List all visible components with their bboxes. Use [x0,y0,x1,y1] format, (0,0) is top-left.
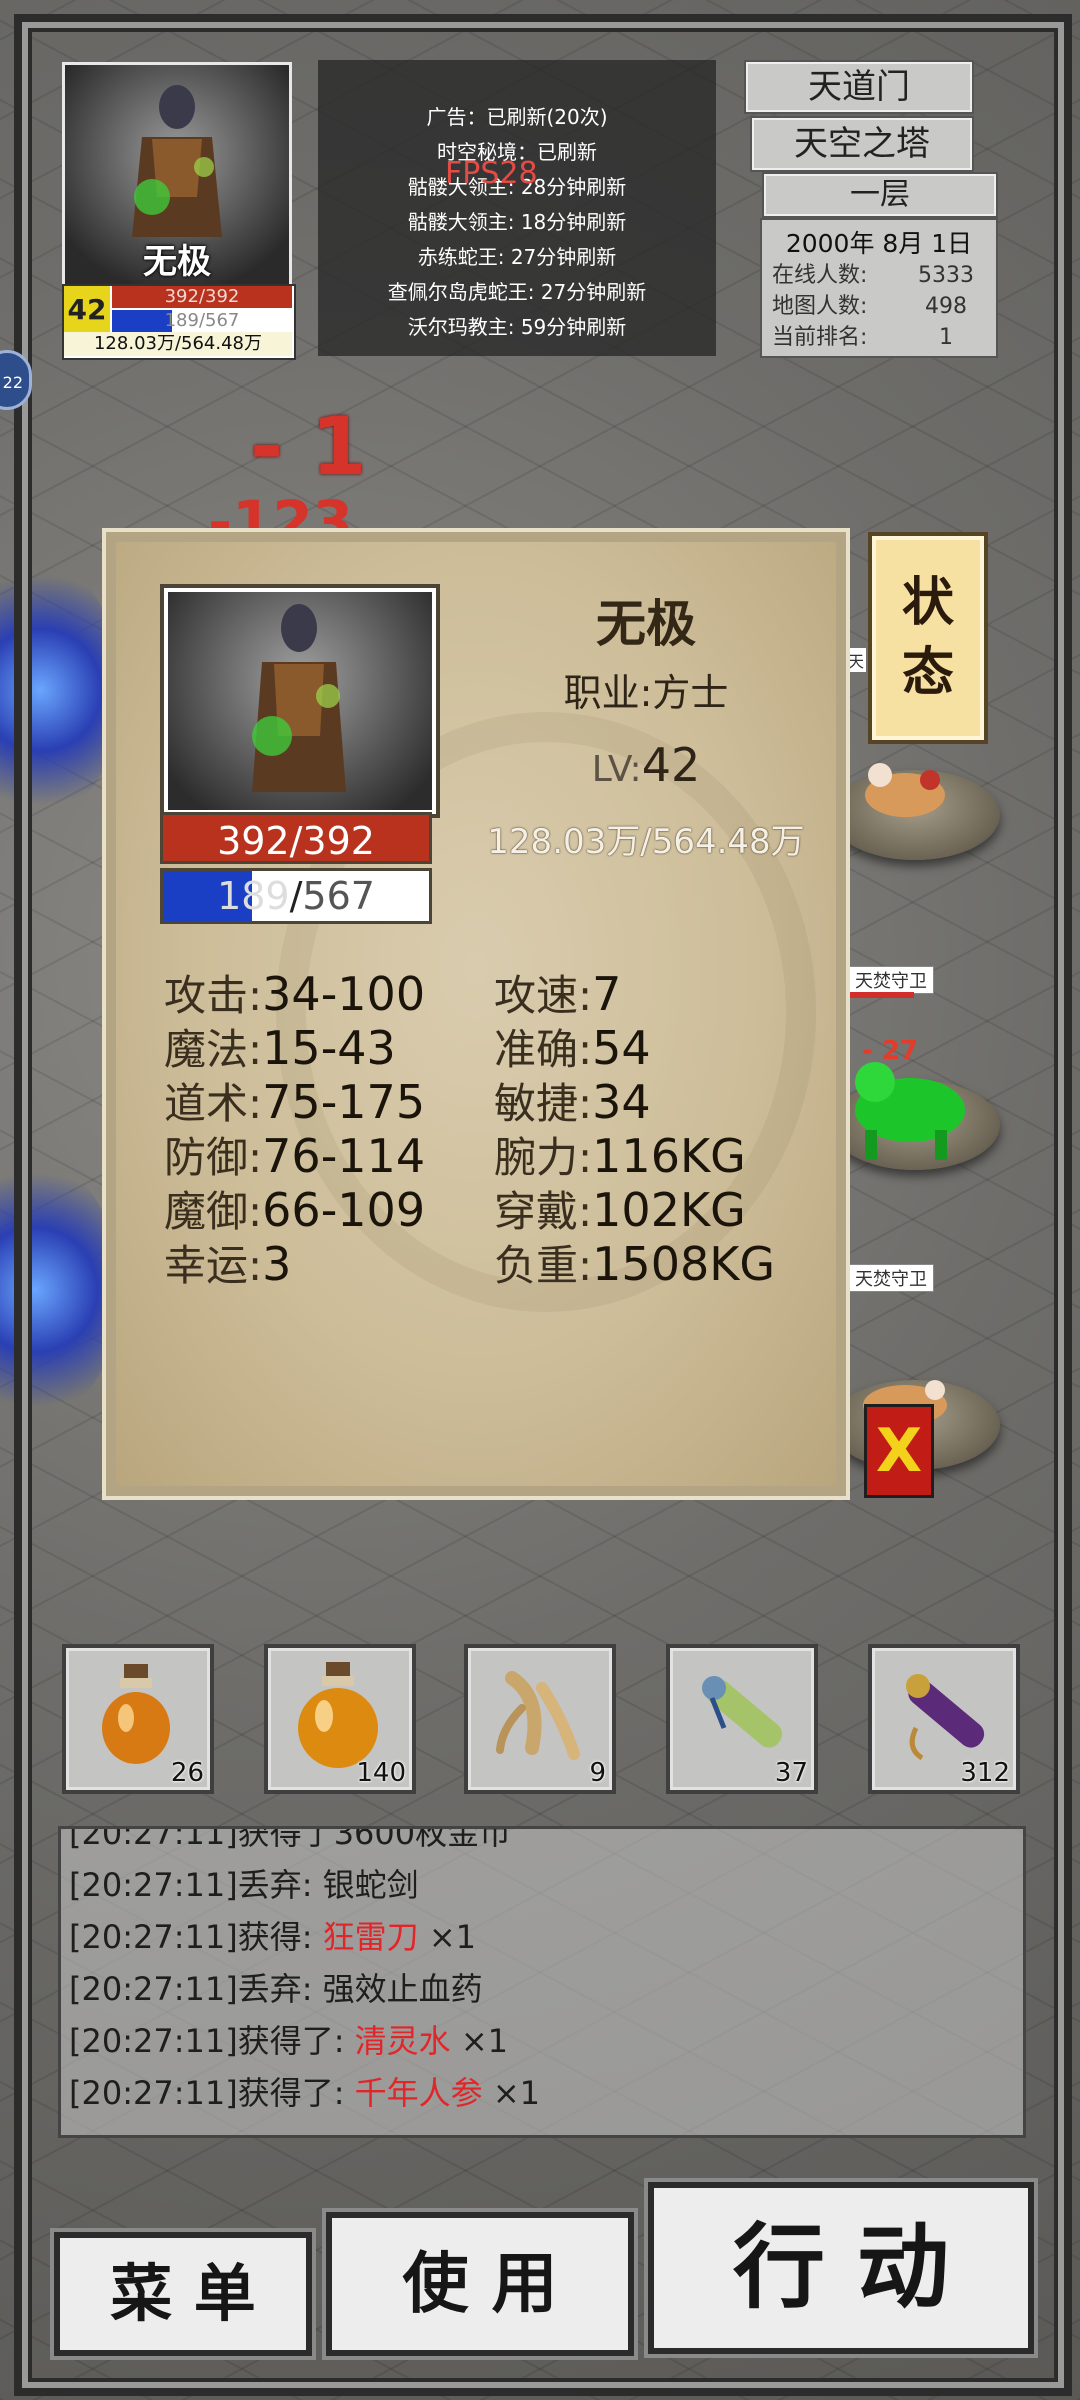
damage-number: - 27 [862,1036,919,1066]
item-slot-small-potion[interactable]: 26 [62,1644,214,1794]
game-date: 2000年 8月 1日 [785,229,973,258]
status-tab-label: 态 [901,643,954,703]
board-line: 查佩尔岛虎蛇王: 27分钟刷新 [387,280,647,304]
online-value: 5333 [918,263,974,288]
status-tab-button[interactable]: 状 态 [868,532,988,744]
item-highlight: 狂雷刀 [322,1918,419,1956]
hp-separator: / [289,819,303,863]
board-line: 沃尔玛教主: 59分钟刷新 [407,315,627,339]
character-name: 无极 [596,595,696,653]
online-label: 在线人数: [772,263,868,288]
creature-icon [865,763,945,817]
mp-current: 189 [217,874,290,918]
log-line: [20:27:11]获得了3600枚金币 [69,1826,512,1852]
character-portrait [160,584,440,818]
menu-button[interactable]: 菜 单 [54,2232,312,2356]
mp-fill [112,310,172,332]
floor-button[interactable]: 一层 [762,172,998,218]
item-count: 26 [170,1758,204,1788]
panel-hp-bar: 392/392 [160,812,432,864]
attr-agility: 敏捷:34 [494,1075,651,1129]
hp-max: 392 [302,819,375,863]
item-slot-large-potion[interactable]: 140 [264,1644,416,1794]
attr-accuracy: 准确:54 [494,1021,651,1075]
attr-carry-weight: 负重:1508KG [494,1237,776,1291]
mp-bar: 189/567 [112,310,292,332]
monster-name: 天焚守卫 [848,966,934,994]
item-slot-ginseng[interactable]: 9 [464,1644,616,1794]
item-slot-purple-scroll[interactable]: 312 [868,1644,1020,1794]
board-line: 赤练蛇王: 27分钟刷新 [417,245,617,269]
character-level: LV:42 [496,738,796,792]
attr-strength: 腕力:116KG [494,1129,746,1183]
exp-text: 128.03万/564.48万 [64,332,292,356]
board-line: 骷髅大领主: 18分钟刷新 [407,210,627,234]
large-potion-icon [298,1662,378,1768]
hp-bar: 392/392 [112,286,292,308]
item-highlight: 千年人参 [354,2074,483,2112]
monster-hp-bar [848,992,914,998]
item-count: 37 [774,1758,808,1788]
level-badge: 42 [64,286,110,332]
log-line: [20:27:11]获得了: 千年人参 ×1 [69,2074,541,2112]
level-value: 42 [641,738,701,792]
side-tab-tag: 天 [846,648,867,672]
hp-current: 392 [217,819,290,863]
attr-magic: 魔法:15-43 [164,1021,396,1075]
message-log[interactable]: [20:27:11]获得了3600枚金币 [20:27:11]丢弃: 银蛇剑 [… [58,1826,1026,2138]
item-slot-green-scroll[interactable]: 37 [666,1644,818,1794]
sect-button[interactable]: 天道门 [744,60,974,114]
log-line: [20:27:11]丢弃: 银蛇剑 [69,1866,419,1904]
use-button[interactable]: 使 用 [326,2212,634,2356]
character-class: 职业:方士 [563,671,729,715]
character-status-panel: 392/392 189/567 无极 职业:方士 LV:42 128.03万/5… [102,528,850,1500]
attr-attack-speed: 攻速:7 [494,967,622,1021]
hero-figure-icon [252,604,346,792]
character-exp: 128.03万/564.48万 [487,822,805,862]
log-line: [20:27:11]获得了: 清灵水 ×1 [69,2022,509,2060]
attr-attack: 攻击:34-100 [164,967,426,1021]
server-info: 2000年 8月 1日 在线人数: 5333 地图人数: 498 当前排名: 1 [760,218,998,358]
purple-scroll-icon [906,1674,985,1761]
attr-magic-defense: 魔御:66-109 [164,1183,426,1237]
map-count-value: 498 [925,294,967,319]
close-button[interactable]: X [864,1404,934,1498]
panel-mp-bar: 189/567 [160,868,432,924]
board-line: 广告：已刷新(20次) [426,105,608,129]
player-stats-mini: 42 392/392 189/567 128.03万/564.48万 [62,284,296,360]
item-count: 140 [356,1758,406,1788]
attr-taoism: 道术:75-175 [164,1075,426,1129]
ginseng-icon [496,1671,580,1760]
map-button[interactable]: 天空之塔 [750,116,974,172]
log-line: [20:27:11]丢弃: 强效止血药 [69,1970,483,2008]
boss-refresh-board: 广告：已刷新(20次) 时空秘境：已刷新 骷髅大领主: 28分钟刷新 骷髅大领主… [318,60,716,356]
mp-separator: / [289,874,303,918]
level-label: LV: [591,749,642,790]
attr-defense: 防御:76-114 [164,1129,426,1183]
damage-number: - 1 [250,400,367,493]
attr-wear-weight: 穿戴:102KG [494,1183,746,1237]
fps-counter: FPS28 [445,156,538,191]
log-line: [20:27:11]获得: 狂雷刀 ×1 [69,1918,477,1956]
player-name: 无极 [143,242,211,282]
green-scroll-icon [702,1676,783,1748]
item-count: 312 [960,1758,1010,1788]
monster-name: 天焚守卫 [848,1264,934,1292]
mp-max: 567 [302,874,375,918]
status-tab-label: 状 [901,573,954,633]
mp-text: 189/567 [164,310,240,331]
map-count-label: 地图人数: [772,294,868,319]
rank-label: 当前排名: [772,325,868,350]
player-portrait[interactable]: 无极 [62,62,292,290]
attr-luck: 幸运:3 [164,1237,292,1291]
item-highlight: 清灵水 [354,2022,451,2060]
rank-value: 1 [939,325,953,350]
item-count: 9 [589,1758,606,1788]
hero-figure-icon [132,85,222,237]
action-button[interactable]: 行 动 [648,2182,1034,2354]
small-potion-icon [102,1664,170,1764]
